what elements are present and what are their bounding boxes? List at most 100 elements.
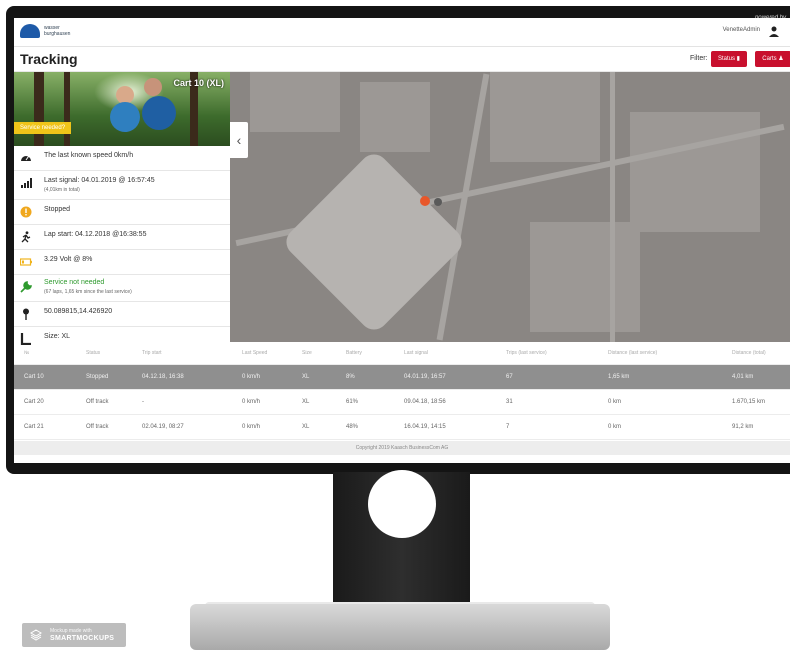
badge-line1: Mockup made with	[50, 628, 92, 634]
photo-tree	[34, 72, 44, 146]
detail-text: 50.089815,14.426920	[44, 308, 113, 315]
table-cell: 1.670,15 km	[732, 399, 766, 405]
photo-person-body	[142, 96, 176, 130]
map-block	[630, 112, 760, 232]
logo-text: wasser burghausen	[44, 25, 71, 37]
screen: wasser burghausen VenetteAdmin Tracking …	[14, 18, 790, 463]
cart-title: Cart 10 (XL)	[173, 78, 224, 88]
table-cell: 7	[506, 424, 510, 430]
detail-subtext: (67 laps, 1,65 km since the last service…	[44, 289, 132, 295]
detail-row-speed: The last known speed 0km/h	[14, 146, 230, 171]
table-row[interactable]: Cart 20 Off track - 0 km/h XL 61% 09.04.…	[14, 390, 790, 415]
status-filter-button[interactable]: Status ▮	[711, 51, 747, 67]
table-cell: 0 km/h	[242, 399, 261, 405]
pin-icon	[23, 308, 29, 320]
photo-person	[144, 78, 162, 96]
detail-text: Last signal: 04.01.2019 @ 16:57:45	[44, 177, 155, 184]
table-cell: Off track	[86, 399, 109, 405]
app-header: wasser burghausen VenetteAdmin	[14, 18, 790, 47]
cart-detail-panel: Cart 10 (XL) Service needed? The last kn…	[14, 72, 230, 345]
column-header[interactable]: Status	[86, 342, 100, 364]
table-cell: 09.04.18, 18:56	[404, 399, 446, 405]
photo-tree	[64, 72, 70, 146]
detail-text: Service not needed	[44, 279, 105, 286]
detail-text: The last known speed 0km/h	[44, 152, 134, 159]
detail-row-signal: Last signal: 04.01.2019 @ 16:57:45 (4,01…	[14, 171, 230, 200]
signal-icon	[21, 178, 32, 188]
filter-label: Filter:	[690, 55, 708, 62]
detail-text: Stopped	[44, 206, 71, 213]
brand-logo[interactable]: wasser burghausen	[20, 22, 80, 42]
detail-row-battery: 3.29 Volt @ 8%	[14, 250, 230, 275]
map-block	[250, 72, 340, 132]
table-cell: Cart 21	[24, 424, 44, 430]
speedometer-icon	[21, 156, 31, 161]
map-poi-icon[interactable]	[434, 198, 442, 206]
map-road	[610, 72, 615, 342]
table-cell: -	[142, 399, 144, 405]
column-header[interactable]: Size	[302, 342, 312, 364]
footer: Copyright 2019 Kaasch BusinessCom AG	[14, 441, 790, 455]
wrench-icon	[20, 281, 32, 293]
detail-subtext: (4,01km in total)	[44, 187, 80, 193]
runner-icon	[21, 231, 31, 243]
page-title: Tracking	[20, 51, 78, 67]
column-header[interactable]: Trip start	[142, 342, 162, 364]
column-header[interactable]: Distance (total)	[732, 342, 766, 364]
table-cell: 91,2 km	[732, 424, 754, 430]
carts-table: № Status Trip start Last Speed Size Batt…	[14, 342, 790, 440]
column-header[interactable]: Last Speed	[242, 342, 267, 364]
detail-row-location: 50.089815,14.426920	[14, 302, 230, 327]
table-cell: 0 km/h	[242, 374, 261, 380]
detail-text: 3.29 Volt @ 8%	[44, 256, 93, 263]
table-cell: 4,01 km	[732, 374, 754, 380]
logo-mark-icon	[20, 24, 40, 38]
photo-person-body	[110, 102, 140, 132]
user-name[interactable]: VenetteAdmin	[723, 27, 760, 33]
table-cell: Cart 20	[24, 399, 44, 405]
table-header: № Status Trip start Last Speed Size Batt…	[14, 342, 790, 365]
map-block	[360, 82, 430, 152]
column-header[interactable]: Last signal	[404, 342, 428, 364]
warning-icon	[20, 206, 32, 218]
table-cell: Off track	[86, 424, 109, 430]
table-cell: Stopped	[86, 374, 109, 380]
map-view[interactable]	[230, 72, 790, 342]
monitor-base	[190, 604, 610, 650]
table-row[interactable]: Cart 21 Off track 02.04.19, 08:27 0 km/h…	[14, 415, 790, 440]
table-cell: 0 km/h	[242, 424, 261, 430]
detail-row-service: Service not needed (67 laps, 1,65 km sin…	[14, 275, 230, 302]
detail-row-lap: Lap start: 04.12.2018 @16:38:55	[14, 225, 230, 250]
monitor-stand-hole	[368, 470, 436, 538]
map-block	[530, 222, 640, 332]
cart-photo: Cart 10 (XL) Service needed?	[14, 72, 230, 146]
table-cell: Cart 10	[24, 374, 44, 380]
table-cell: 67	[506, 374, 513, 380]
map-area-highlight	[280, 148, 468, 336]
table-cell: 31	[506, 399, 513, 405]
layers-icon	[30, 629, 42, 641]
copyright-text: Copyright 2019 Kaasch BusinessCom AG	[355, 445, 449, 451]
table-cell: 16.04.19, 14:15	[404, 424, 446, 430]
table-row[interactable]: Cart 10 Stopped 04.12.18, 16:38 0 km/h X…	[14, 365, 790, 390]
cart-location-marker-icon[interactable]	[420, 196, 430, 206]
table-cell: XL	[302, 399, 310, 405]
column-header[interactable]: Trips (last service)	[506, 342, 547, 364]
table-cell: 04.12.18, 16:38	[142, 374, 184, 380]
table-cell: 0 km	[608, 399, 622, 405]
column-header[interactable]: №	[24, 342, 29, 364]
column-header[interactable]: Distance (last service)	[608, 342, 657, 364]
column-header[interactable]: Battery	[346, 342, 362, 364]
detail-row-state: Stopped	[14, 200, 230, 225]
map-road	[436, 73, 490, 341]
table-cell: XL	[302, 374, 310, 380]
collapse-panel-button[interactable]: ‹	[230, 122, 248, 158]
table-cell: XL	[302, 424, 310, 430]
badge-line2: SMARTMOCKUPS	[50, 635, 115, 642]
service-needed-badge[interactable]: Service needed?	[14, 122, 72, 134]
carts-filter-button[interactable]: Carts ♟	[755, 51, 790, 67]
user-icon[interactable]	[768, 25, 780, 37]
table-cell: 48%	[346, 424, 359, 430]
table-cell: 02.04.19, 08:27	[142, 424, 184, 430]
title-bar: Tracking Filter: Status ▮ Carts ♟	[14, 47, 790, 72]
